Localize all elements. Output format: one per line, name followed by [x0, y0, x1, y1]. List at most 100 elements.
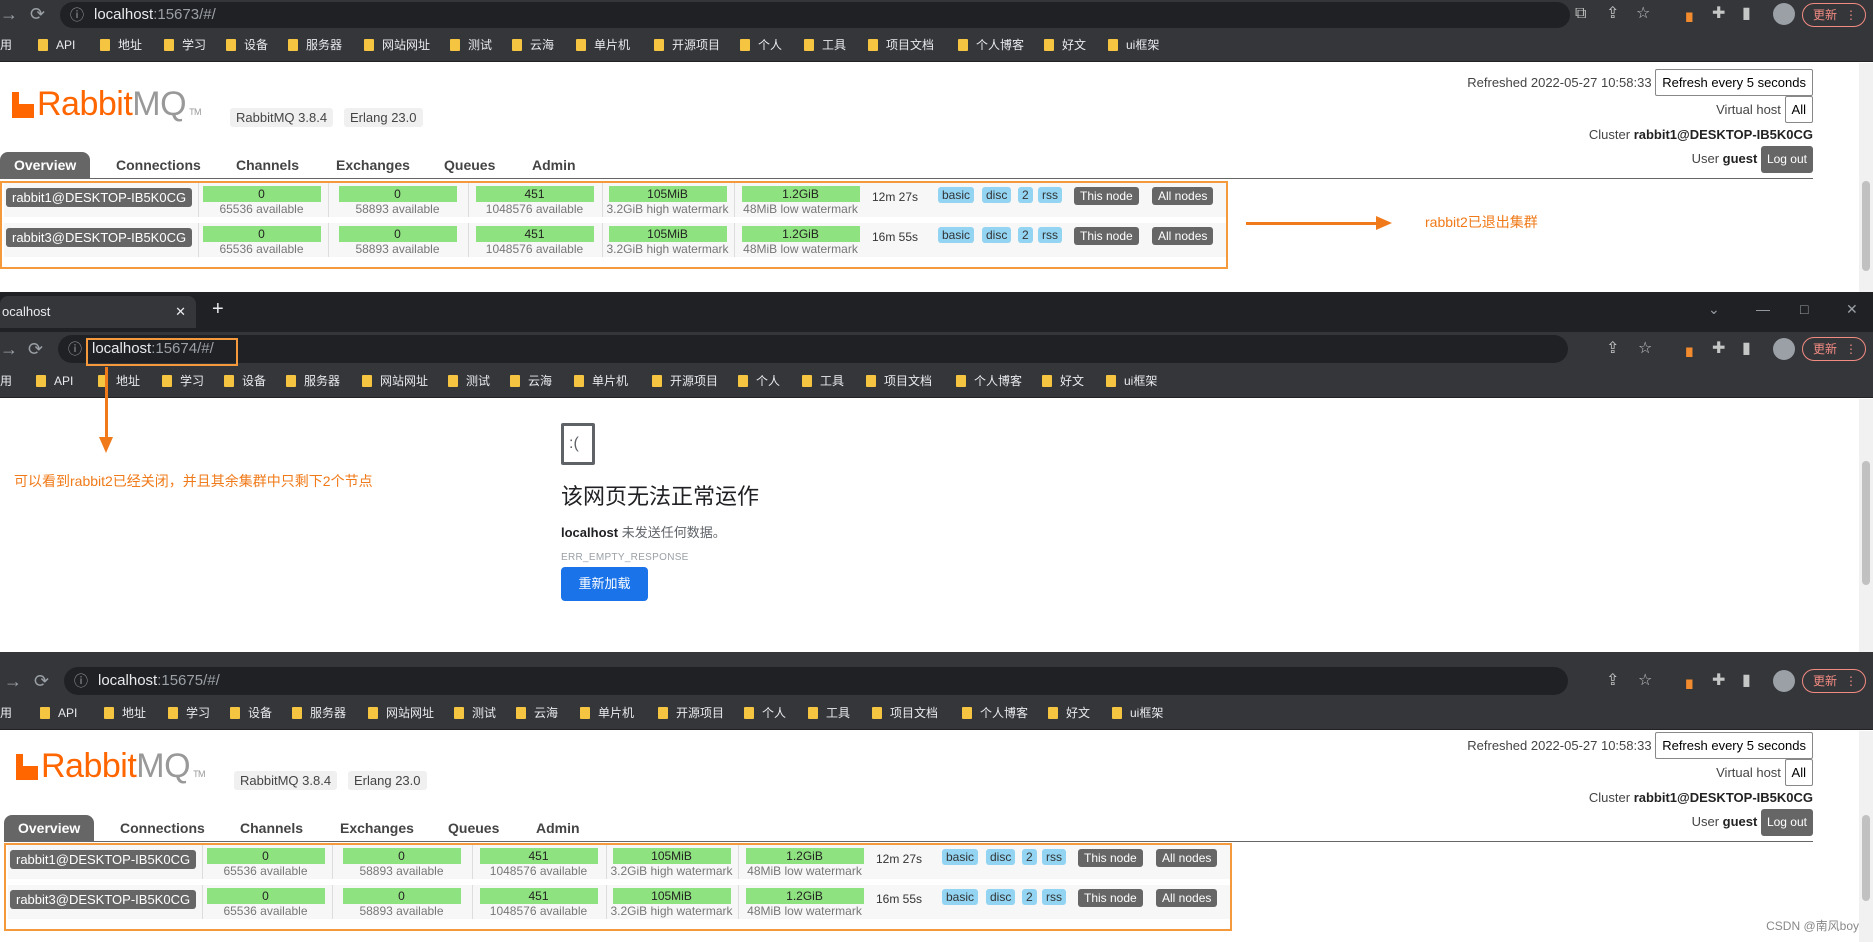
bookmark[interactable]: API — [40, 698, 77, 728]
bookmark[interactable]: API — [36, 366, 73, 396]
extension-orange-icon[interactable]: ▗ — [1680, 664, 1692, 698]
bookmark[interactable]: 项目文档 — [872, 698, 938, 728]
bookmark[interactable]: 地址 — [104, 698, 146, 728]
bookmark[interactable]: 服务器 — [292, 698, 346, 728]
omnibox[interactable]: ⓘ localhost:15673/#/ — [60, 2, 1570, 28]
bookmark[interactable]: 设备 — [224, 366, 266, 396]
bookmark[interactable]: ui框架 — [1112, 698, 1163, 728]
avatar[interactable] — [1773, 670, 1795, 692]
tab-overview[interactable]: Overview — [4, 815, 95, 841]
share-icon[interactable]: ⇪ — [1606, 332, 1619, 366]
bookmark[interactable]: 个人博客 — [962, 698, 1028, 728]
share-icon[interactable]: ⇪ — [1606, 664, 1619, 698]
new-tab-icon[interactable]: + — [212, 298, 224, 321]
reload-icon[interactable]: ⟳ — [28, 332, 43, 366]
bookmark[interactable]: 开源项目 — [652, 366, 718, 396]
omnibox[interactable]: ⓘ localhost:15674/#/ — [58, 335, 1568, 363]
bookmark[interactable]: 学习 — [162, 366, 204, 396]
tab-queues[interactable]: Queues — [448, 815, 499, 841]
info-icon[interactable]: ⓘ — [68, 335, 82, 363]
reload-icon[interactable]: ⟳ — [34, 664, 49, 698]
forward-icon[interactable]: → — [0, 332, 18, 366]
tab-exchanges[interactable]: Exchanges — [340, 815, 414, 841]
bookmark[interactable]: 学习 — [164, 30, 206, 60]
tab-connections[interactable]: Connections — [120, 815, 205, 841]
minimize-icon[interactable]: — — [1756, 292, 1770, 326]
bookmark[interactable]: 工具 — [802, 366, 844, 396]
vhost-select[interactable]: All — [1784, 759, 1813, 786]
bookmark[interactable]: 项目文档 — [866, 366, 932, 396]
scrollbar[interactable] — [1859, 399, 1873, 652]
tab-connections[interactable]: Connections — [116, 152, 201, 178]
logout-button[interactable]: Log out — [1760, 146, 1813, 173]
update-button[interactable]: 更新 ⋮ — [1802, 337, 1866, 361]
extension-orange-icon[interactable]: ▗ — [1680, 0, 1692, 28]
forward-icon[interactable]: → — [4, 664, 22, 698]
tab-queues[interactable]: Queues — [444, 152, 495, 178]
puzzle-icon[interactable]: ✚ — [1712, 0, 1725, 28]
tab-search-icon[interactable]: ⌄ — [1708, 292, 1720, 326]
bookmark[interactable]: 单片机 — [580, 698, 634, 728]
bookmark[interactable]: 项目文档 — [868, 30, 934, 60]
update-button[interactable]: 更新 ⋮ — [1802, 669, 1866, 693]
maximize-icon[interactable]: □ — [1800, 292, 1808, 326]
bookmark[interactable]: 个人 — [744, 698, 786, 728]
sidebar-icon[interactable]: ▮ — [1742, 0, 1751, 28]
bookmark[interactable]: 好文 — [1044, 30, 1086, 60]
scrollbar[interactable] — [1859, 63, 1873, 292]
bookmark[interactable]: 云海 — [510, 366, 552, 396]
bookmark[interactable]: 单片机 — [574, 366, 628, 396]
bookmark[interactable]: 用 — [0, 30, 12, 60]
bookmark[interactable]: 工具 — [808, 698, 850, 728]
info-icon[interactable]: ⓘ — [70, 2, 84, 28]
tab-exchanges[interactable]: Exchanges — [336, 152, 410, 178]
bookmark[interactable]: 服务器 — [286, 366, 340, 396]
bookmark[interactable]: ui框架 — [1106, 366, 1157, 396]
bookmark[interactable]: 云海 — [512, 30, 554, 60]
bookmark[interactable]: 开源项目 — [658, 698, 724, 728]
star-icon[interactable]: ☆ — [1638, 332, 1652, 366]
bookmark[interactable]: 网站网址 — [364, 30, 430, 60]
bookmark[interactable]: 设备 — [226, 30, 268, 60]
bookmark[interactable]: 个人 — [738, 366, 780, 396]
bookmark[interactable]: 地址 — [100, 30, 142, 60]
share-icon[interactable]: ⇪ — [1606, 0, 1619, 28]
sidebar-icon[interactable]: ▮ — [1742, 332, 1751, 366]
bookmark[interactable]: 设备 — [230, 698, 272, 728]
reload-icon[interactable]: ⟳ — [30, 0, 45, 28]
tab-overview[interactable]: Overview — [0, 152, 91, 178]
bookmark[interactable]: 个人 — [740, 30, 782, 60]
omnibox[interactable]: ⓘ localhost:15675/#/ — [64, 667, 1568, 695]
avatar[interactable] — [1773, 338, 1795, 360]
scrollbar[interactable] — [1859, 731, 1873, 942]
bookmark[interactable]: 测试 — [454, 698, 496, 728]
reload-button[interactable]: 重新加载 — [561, 567, 648, 601]
refresh-select[interactable]: Refresh every 5 seconds — [1655, 732, 1813, 759]
bookmark[interactable]: 测试 — [450, 30, 492, 60]
tab-channels[interactable]: Channels — [240, 815, 303, 841]
logout-button[interactable]: Log out — [1760, 809, 1813, 836]
bookmark[interactable]: 个人博客 — [958, 30, 1024, 60]
bookmark[interactable]: 好文 — [1042, 366, 1084, 396]
extension-orange-icon[interactable]: ▗ — [1680, 332, 1692, 366]
forward-icon[interactable]: → — [0, 0, 18, 28]
puzzle-icon[interactable]: ✚ — [1712, 664, 1725, 698]
bookmark[interactable]: 工具 — [804, 30, 846, 60]
bookmark[interactable]: ui框架 — [1108, 30, 1159, 60]
puzzle-icon[interactable]: ✚ — [1712, 332, 1725, 366]
bookmark[interactable]: 网站网址 — [368, 698, 434, 728]
close-window-icon[interactable]: ✕ — [1846, 292, 1858, 326]
bookmark[interactable]: 个人博客 — [956, 366, 1022, 396]
bookmark[interactable]: 服务器 — [288, 30, 342, 60]
bookmark[interactable]: 学习 — [168, 698, 210, 728]
tab-admin[interactable]: Admin — [532, 152, 576, 178]
bookmark[interactable]: 开源项目 — [654, 30, 720, 60]
browser-tab[interactable]: ocalhost ✕ — [0, 296, 196, 328]
sidebar-icon[interactable]: ▮ — [1742, 664, 1751, 698]
avatar[interactable] — [1773, 3, 1795, 25]
bookmark[interactable]: 用 — [0, 698, 12, 728]
tab-admin[interactable]: Admin — [536, 815, 580, 841]
info-icon[interactable]: ⓘ — [74, 667, 88, 695]
star-icon[interactable]: ☆ — [1636, 0, 1650, 28]
translate-icon[interactable]: ⧉ — [1575, 0, 1586, 28]
